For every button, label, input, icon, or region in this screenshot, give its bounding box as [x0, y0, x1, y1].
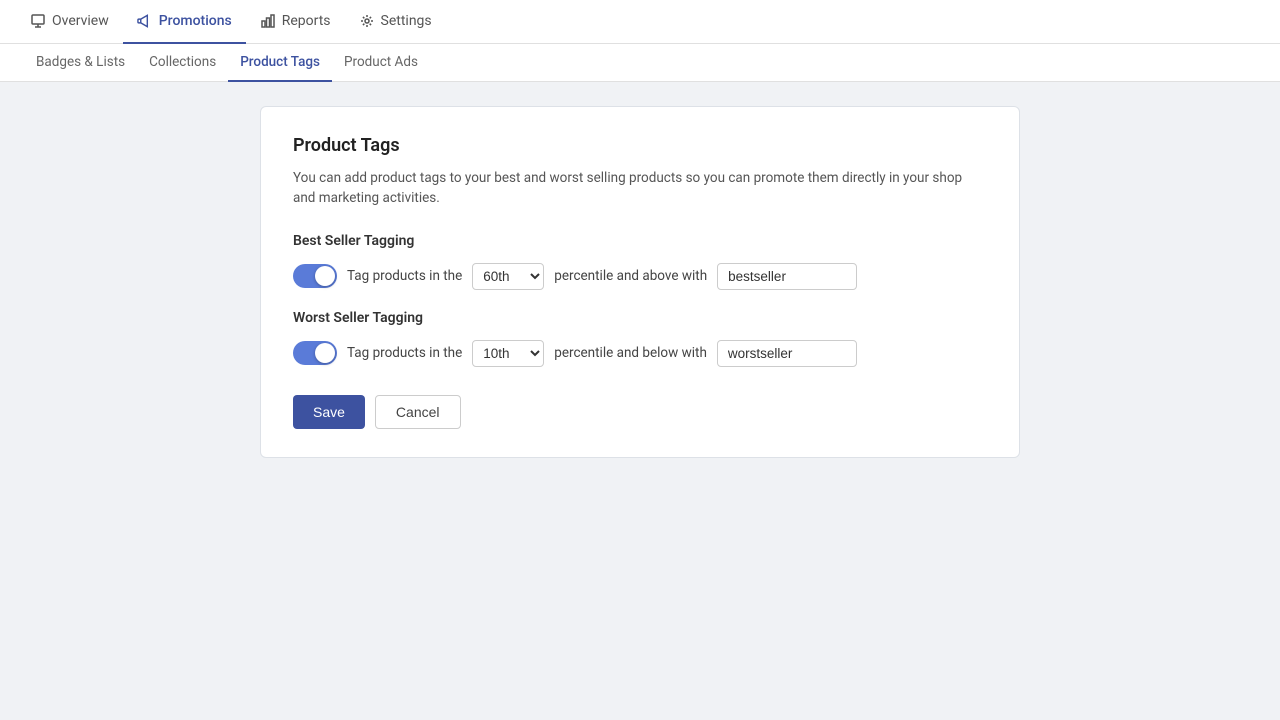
card-title: Product Tags — [293, 135, 987, 156]
product-tags-card: Product Tags You can add product tags to… — [260, 106, 1020, 458]
subnav-collections[interactable]: Collections — [137, 44, 228, 82]
gear-icon — [359, 13, 375, 29]
best-seller-tag-input[interactable] — [717, 263, 857, 290]
button-row: Save Cancel — [293, 395, 987, 429]
main-content: Product Tags You can add product tags to… — [0, 82, 1280, 482]
cancel-button[interactable]: Cancel — [375, 395, 461, 429]
worst-seller-percentile-select[interactable]: 5th 10th 15th 20th 25th 30th — [472, 340, 544, 367]
subnav-badges-lists[interactable]: Badges & Lists — [24, 44, 137, 82]
worst-seller-percentile-after-label: percentile and below with — [554, 345, 707, 361]
megaphone-icon — [137, 13, 153, 29]
sub-nav: Badges & Lists Collections Product Tags … — [0, 44, 1280, 82]
chart-icon — [260, 13, 276, 29]
card-description: You can add product tags to your best an… — [293, 168, 987, 209]
nav-item-promotions[interactable]: Promotions — [123, 0, 246, 44]
subnav-product-ads[interactable]: Product Ads — [332, 44, 430, 82]
worst-seller-section-title: Worst Seller Tagging — [293, 310, 987, 326]
nav-item-overview[interactable]: Overview — [16, 0, 123, 44]
nav-label-reports: Reports — [282, 13, 331, 29]
nav-item-reports[interactable]: Reports — [246, 0, 345, 44]
best-seller-percentile-after-label: percentile and above with — [554, 268, 707, 284]
best-seller-toggle-thumb — [315, 266, 335, 286]
top-nav: Overview Promotions Reports Setting — [0, 0, 1280, 44]
save-button[interactable]: Save — [293, 395, 365, 429]
best-seller-percentile-select[interactable]: 10th 20th 30th 40th 50th 60th 70th 80th … — [472, 263, 544, 290]
monitor-icon — [30, 13, 46, 29]
nav-label-promotions: Promotions — [159, 13, 232, 29]
nav-item-settings[interactable]: Settings — [345, 0, 446, 44]
worst-seller-tag-input[interactable] — [717, 340, 857, 367]
best-seller-toggle[interactable] — [293, 264, 337, 288]
nav-label-settings: Settings — [381, 13, 432, 29]
best-seller-row: Tag products in the 10th 20th 30th 40th … — [293, 263, 987, 290]
worst-seller-toggle[interactable] — [293, 341, 337, 365]
subnav-product-tags[interactable]: Product Tags — [228, 44, 332, 82]
best-seller-tag-products-label: Tag products in the — [347, 268, 462, 284]
nav-label-overview: Overview — [52, 13, 109, 29]
worst-seller-tag-products-label: Tag products in the — [347, 345, 462, 361]
best-seller-section-title: Best Seller Tagging — [293, 233, 987, 249]
worst-seller-toggle-thumb — [315, 343, 335, 363]
worst-seller-row: Tag products in the 5th 10th 15th 20th 2… — [293, 340, 987, 367]
